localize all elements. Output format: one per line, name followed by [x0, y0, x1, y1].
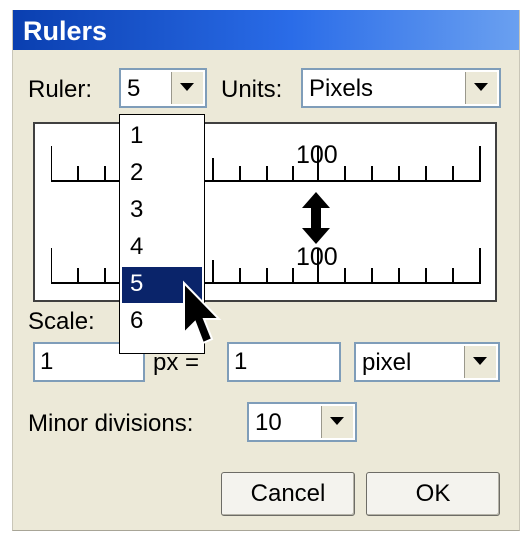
scale-unit-select-value: pixel	[362, 349, 412, 376]
rulers-dialog: Rulers Ruler: 5 Units: Pixels 100 100 Sc…	[12, 10, 520, 531]
ruler-select[interactable]: 5	[119, 68, 207, 108]
chevron-down-icon	[330, 417, 344, 425]
ruler-label: Ruler:	[28, 76, 93, 103]
scale-right-input[interactable]	[227, 342, 341, 382]
top-ruler: 100	[51, 141, 481, 182]
chevron-down-icon	[473, 357, 487, 365]
minor-divisions-dropdown-button[interactable]	[321, 406, 353, 438]
ruler-option[interactable]: 1	[122, 119, 202, 155]
minor-divisions-value: 10	[255, 409, 282, 436]
units-select-dropdown-button[interactable]	[465, 72, 497, 104]
ruler-preview: 100 100	[33, 122, 497, 302]
title-bar[interactable]: Rulers	[13, 10, 519, 50]
ruler-select-dropdown-button[interactable]	[171, 72, 203, 104]
minor-divisions-select[interactable]: 10	[247, 402, 357, 442]
ruler-option[interactable]: 3	[122, 193, 202, 229]
scale-right-input-field[interactable]	[229, 344, 339, 380]
chevron-down-icon	[180, 83, 194, 91]
ruler-option[interactable]: 4	[122, 230, 202, 266]
ruler-option[interactable]: 2	[122, 156, 202, 192]
ok-button[interactable]: OK	[366, 472, 500, 516]
minor-divisions-label: Minor divisions:	[28, 410, 194, 437]
units-label: Units:	[221, 76, 283, 103]
scale-unit-select[interactable]: pixel	[354, 342, 500, 382]
bottom-ruler: 100	[51, 243, 481, 284]
bottom-ruler-number: 100	[296, 243, 338, 271]
mouse-cursor-icon	[181, 280, 223, 355]
scale-label: Scale:	[28, 308, 95, 335]
ruler-select-value: 5	[127, 75, 141, 102]
units-select[interactable]: Pixels	[301, 68, 501, 108]
chevron-down-icon	[474, 83, 488, 91]
bottom-ruler-ticks	[51, 248, 481, 284]
up-down-arrow-icon	[302, 192, 330, 249]
top-ruler-number: 100	[296, 141, 338, 169]
scale-unit-dropdown-button[interactable]	[464, 346, 496, 378]
cancel-button[interactable]: Cancel	[221, 472, 355, 516]
units-select-value: Pixels	[309, 75, 374, 102]
top-ruler-ticks	[51, 146, 481, 182]
dialog-title: Rulers	[23, 16, 108, 46]
